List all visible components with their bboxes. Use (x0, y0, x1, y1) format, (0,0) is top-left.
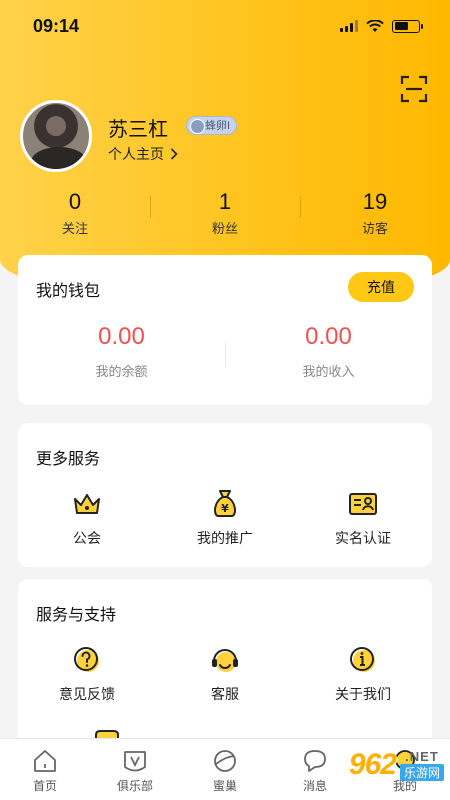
income-item[interactable]: 0.00 我的收入 (225, 321, 432, 380)
stat-fans[interactable]: 1 粉丝 (150, 188, 300, 237)
balance-label: 我的余额 (95, 364, 148, 379)
headset-icon (212, 649, 238, 672)
avatar[interactable] (20, 100, 92, 172)
profile-link[interactable]: 个人主页 (108, 144, 178, 164)
tab-club[interactable]: 俱乐部 (90, 739, 180, 800)
more-services-card: 更多服务 公会 ¥ 我的推广 实名认证 (18, 423, 432, 567)
tab-label: 消息 (302, 779, 327, 793)
stat-label: 粉丝 (211, 221, 238, 236)
status-icons (340, 19, 423, 33)
income-label: 我的收入 (302, 364, 355, 379)
planet-icon (214, 750, 236, 772)
support-about-us[interactable]: 关于我们 (294, 643, 432, 704)
stat-value: 19 (362, 189, 388, 214)
stat-value: 1 (218, 189, 232, 214)
stat-following[interactable]: 0 关注 (0, 188, 150, 237)
stat-label: 关注 (61, 221, 88, 236)
service-label: 公会 (73, 530, 101, 546)
stat-value: 0 (68, 189, 82, 214)
wifi-icon (366, 19, 384, 32)
money-bag-icon: ¥ (214, 490, 236, 517)
home-icon (34, 750, 56, 772)
watermark-name: 乐游网 (399, 764, 444, 781)
watermark-logo: 962 (348, 748, 397, 781)
support-label: 意见反馈 (59, 686, 115, 702)
battery-icon (392, 19, 423, 33)
balance-item[interactable]: 0.00 我的余额 (18, 321, 225, 380)
profile-link-label: 个人主页 (108, 146, 164, 162)
svg-text:¥: ¥ (221, 502, 229, 515)
level-badge: 蜂卵I (186, 116, 238, 135)
tab-home[interactable]: 首页 (0, 739, 90, 800)
tab-label: 蜜巢 (212, 779, 237, 793)
support-feedback[interactable]: 意见反馈 (18, 643, 156, 704)
question-icon (74, 647, 99, 672)
service-guild[interactable]: 公会 (18, 487, 156, 548)
support-title: 服务与支持 (36, 607, 117, 624)
username: 苏三杠 (108, 119, 168, 141)
tab-hive[interactable]: 蜜巢 (180, 739, 270, 800)
support-customer-service[interactable]: 客服 (156, 643, 294, 704)
status-bar: 09:14 (0, 0, 450, 52)
crown-icon (74, 494, 100, 514)
signal-icon (340, 20, 358, 32)
wallet-title: 我的钱包 (36, 283, 101, 300)
info-icon (350, 647, 375, 672)
id-card-icon (349, 493, 377, 515)
stat-label: 访客 (361, 221, 388, 236)
support-label: 关于我们 (335, 686, 391, 702)
wallet-card: 我的钱包 充值 0.00 我的余额 0.00 我的收入 (18, 255, 432, 405)
recharge-button[interactable]: 充值 (348, 272, 414, 302)
support-label: 客服 (211, 686, 239, 702)
watermark: 962 .NET 乐游网 (349, 748, 444, 782)
tab-label: 俱乐部 (116, 779, 153, 793)
tab-messages[interactable]: 消息 (270, 739, 360, 800)
service-label: 我的推广 (197, 530, 253, 546)
service-verification[interactable]: 实名认证 (294, 487, 432, 548)
chevron-right-icon (170, 148, 178, 160)
watermark-net: .NET (405, 749, 439, 764)
stat-visitors[interactable]: 19 访客 (300, 188, 450, 237)
message-icon (304, 750, 326, 772)
service-label: 实名认证 (335, 530, 391, 546)
service-promotion[interactable]: ¥ 我的推广 (156, 487, 294, 548)
scan-icon[interactable] (400, 75, 428, 103)
tab-label: 首页 (32, 779, 57, 793)
balance-value: 0.00 (98, 323, 145, 350)
stats-row: 0 关注 1 粉丝 19 访客 (0, 188, 450, 237)
more-services-title: 更多服务 (36, 451, 101, 468)
income-value: 0.00 (305, 323, 352, 350)
status-time: 09:14 (33, 15, 80, 36)
club-icon (124, 751, 146, 772)
